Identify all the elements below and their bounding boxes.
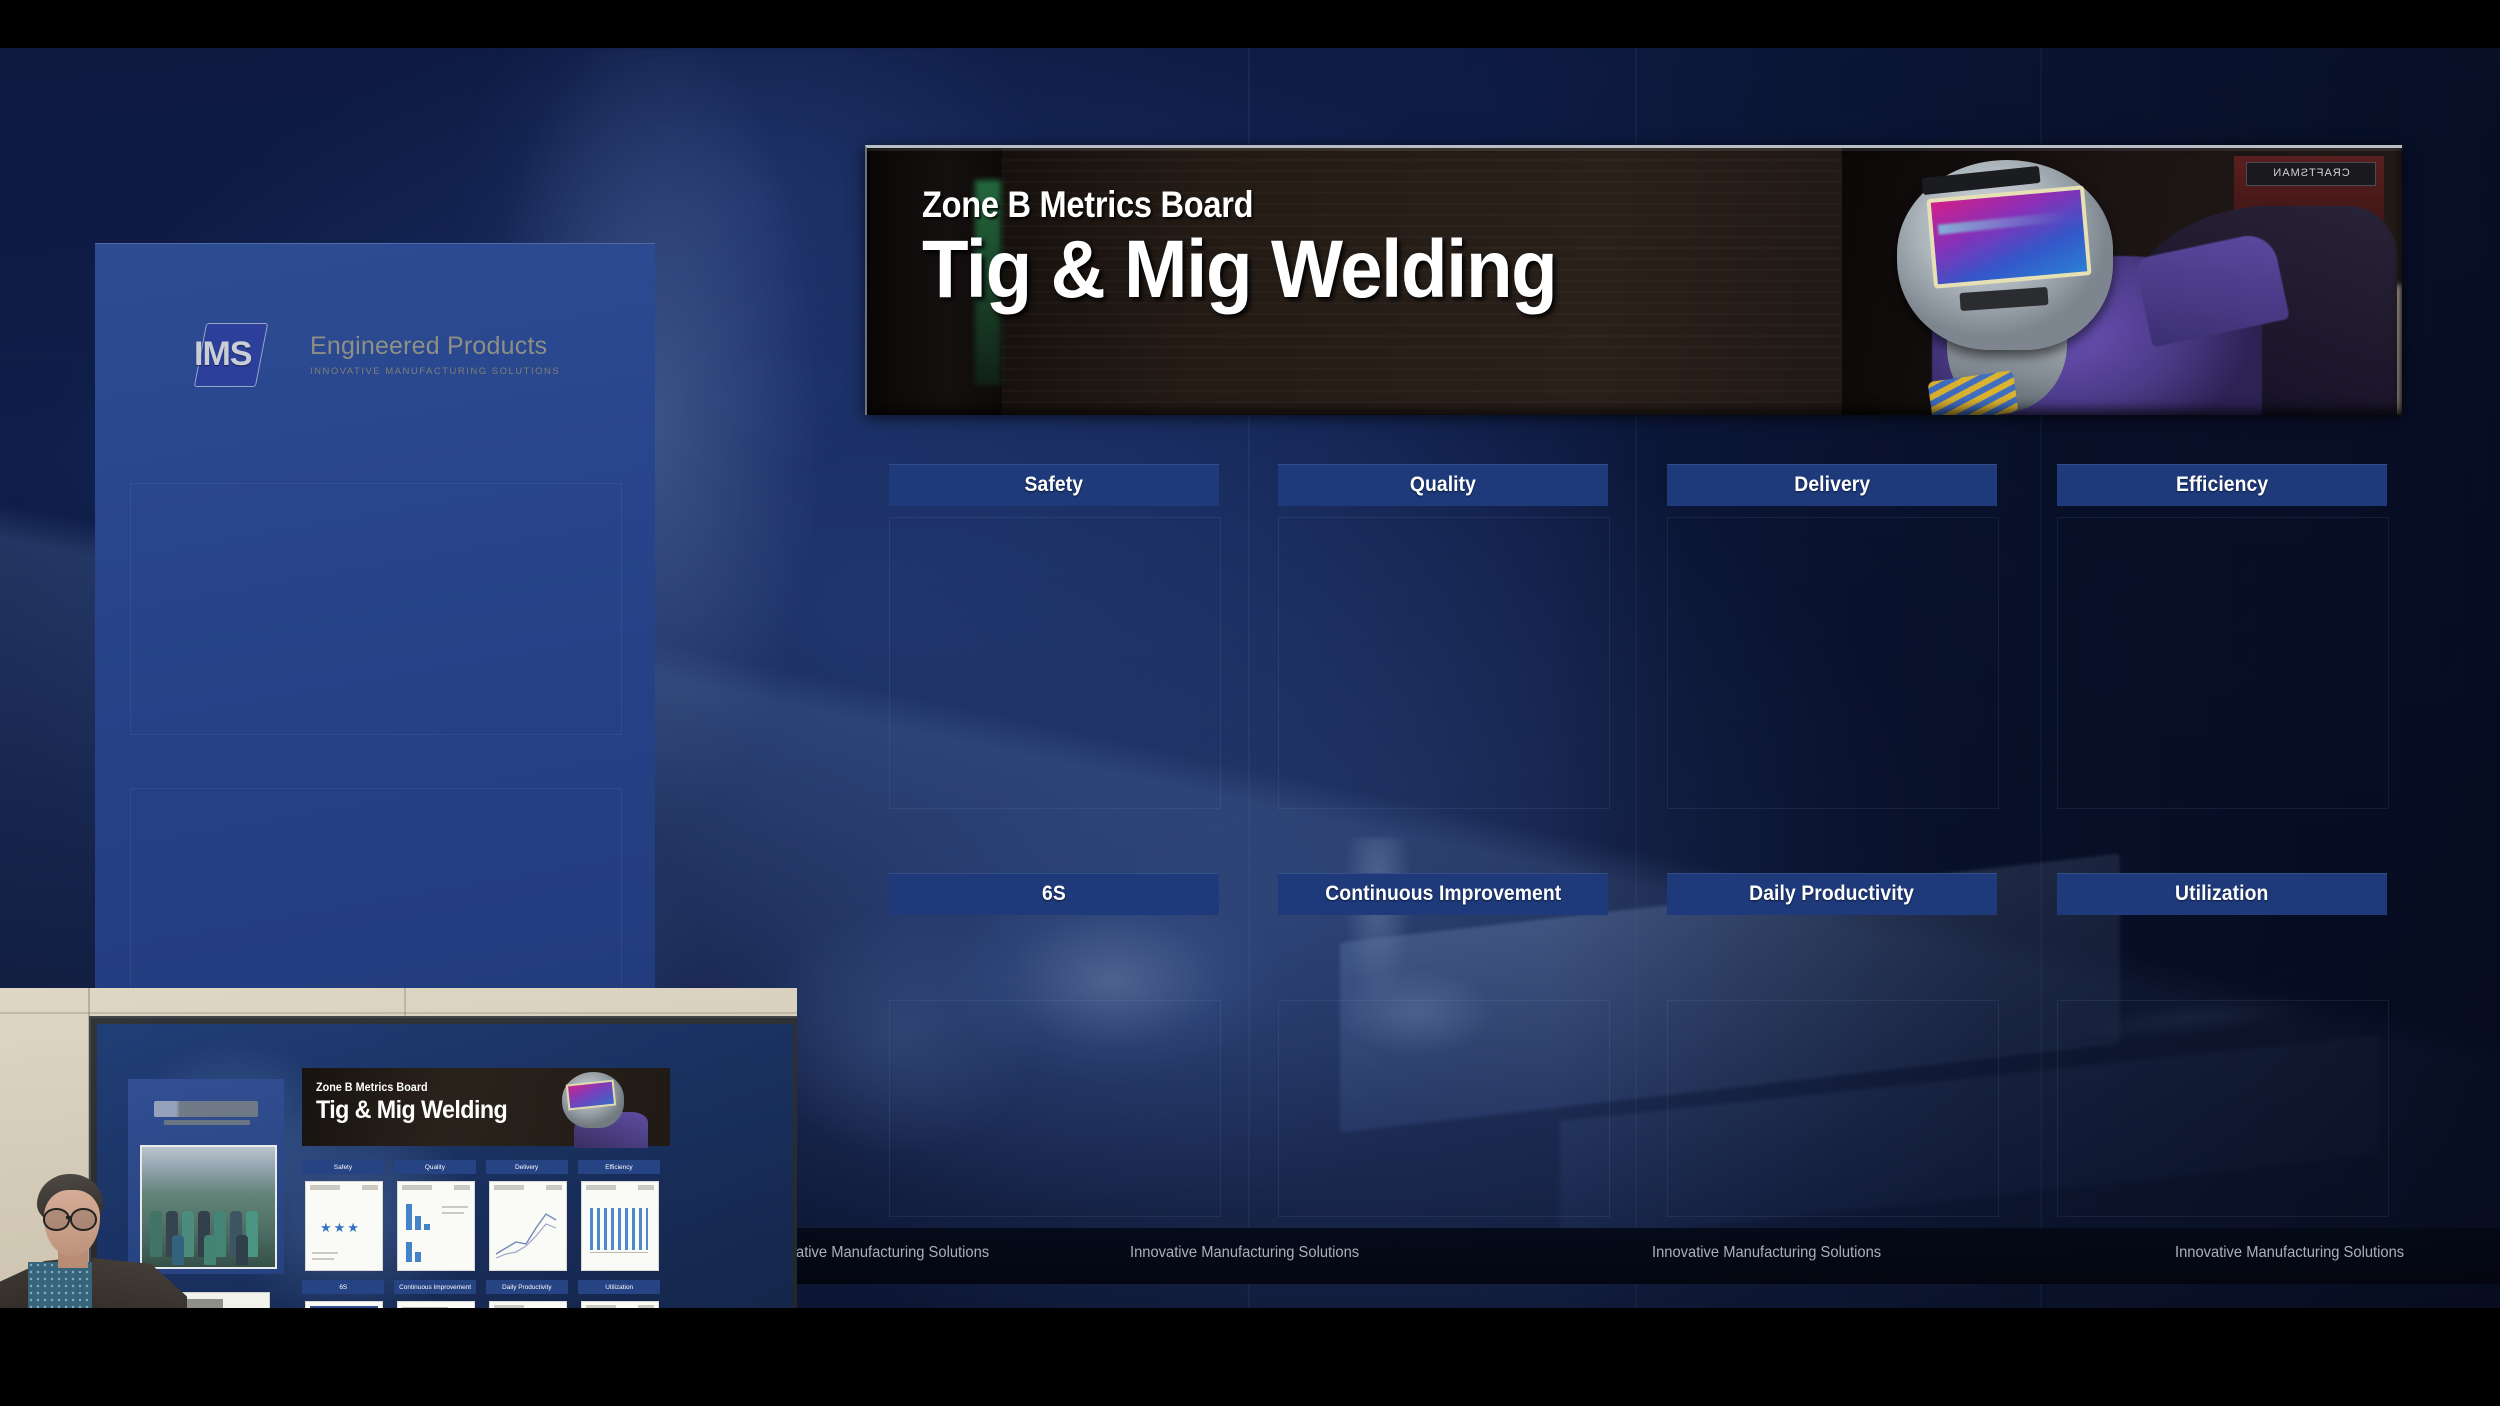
banner-title: Tig & Mig Welding [922, 223, 1558, 315]
inset-person-glasses-right [70, 1208, 97, 1231]
ims-logo-tagline: INNOVATIVE MANUFACTURING SOLUTIONS [310, 365, 561, 377]
inset-label-efficiency: Efficiency [578, 1160, 660, 1174]
metric-button-safety-label: Safety [1024, 473, 1084, 496]
inset-label-utilization-text: Utilization [605, 1283, 633, 1291]
footer-item-3: Innovative Manufacturing Solutions [1652, 1244, 1882, 1261]
letterbox-top [0, 0, 2500, 48]
metric-slot-utilization [2057, 1000, 2389, 1217]
metric-button-quality-label: Quality [1409, 473, 1477, 496]
metric-slot-quality [1278, 517, 1610, 809]
inset-banner-title: Tig & Mig Welding [316, 1096, 508, 1124]
metric-button-utilization[interactable]: Utilization [2057, 873, 2387, 915]
metric-button-efficiency[interactable]: Efficiency [2057, 464, 2387, 506]
metric-slot-6s [889, 1000, 1221, 1217]
ims-brand-panel: IMS Engineered Products INNOVATIVE MANUF… [95, 243, 655, 1008]
inset-header-banner: Zone B Metrics Board Tig & Mig Welding [302, 1068, 670, 1148]
inset-label-dp-text: Daily Productivity [502, 1283, 552, 1291]
inset-label-ci-text: Continuous Improvement [399, 1283, 471, 1291]
inset-label-continuous-improvement: Continuous Improvement [394, 1280, 476, 1294]
metric-button-daily-productivity-label: Daily Productivity [1749, 882, 1915, 905]
inset-welder-lens [565, 1079, 617, 1111]
inset-chart-safety: ★★★ [305, 1181, 383, 1271]
metric-button-utilization-label: Utilization [2175, 882, 2269, 905]
inset-label-delivery-text: Delivery [515, 1163, 539, 1171]
inset-chart-efficiency [581, 1181, 659, 1271]
inset-metrics-board: Zone B Metrics Board Tig & Mig Welding S… [89, 1016, 797, 1350]
inset-person-glasses-bridge [66, 1216, 72, 1219]
inset-label-utilization: Utilization [578, 1280, 660, 1294]
inset-chart-delivery [489, 1181, 567, 1271]
metric-button-6s-label: 6S [1042, 882, 1066, 905]
metric-slot-safety [889, 517, 1221, 809]
ims-logo-name: Engineered Products [310, 331, 548, 360]
metric-button-continuous-improvement[interactable]: Continuous Improvement [1278, 873, 1608, 915]
screenshot-stage: IMS Engineered Products INNOVATIVE MANUF… [0, 0, 2500, 1406]
ims-monogram-icon: IMS [193, 323, 269, 387]
inset-label-quality: Quality [394, 1160, 476, 1174]
footer-item-2: Innovative Manufacturing Solutions [1130, 1244, 1360, 1261]
header-banner: CRAFTSMAN Zone B Metrics Board Tig & Mig… [865, 145, 2402, 415]
banner-text-block: Zone B Metrics Board Tig & Mig Welding [922, 184, 1604, 315]
metric-slot-delivery [1667, 517, 1999, 809]
inset-label-daily-productivity: Daily Productivity [486, 1280, 568, 1294]
ims-panel-slot-quality-policy [130, 788, 622, 1000]
ims-logo: IMS Engineered Products INNOVATIVE MANUF… [193, 323, 561, 387]
metric-button-delivery[interactable]: Delivery [1667, 464, 1997, 506]
metric-button-continuous-improvement-label: Continuous Improvement [1324, 882, 1562, 905]
ims-panel-slot-team-photo [130, 483, 622, 735]
craftsman-sign: CRAFTSMAN [2246, 162, 2376, 186]
metric-button-quality[interactable]: Quality [1278, 464, 1608, 506]
inset-label-delivery: Delivery [486, 1160, 568, 1174]
inset-chart-quality [397, 1181, 475, 1271]
metric-button-6s[interactable]: 6S [889, 873, 1219, 915]
banner-welder-photo: CRAFTSMAN [1842, 148, 2402, 415]
metric-button-safety[interactable]: Safety [889, 464, 1219, 506]
inset-person-glasses-left [43, 1208, 70, 1231]
metric-slot-daily-productivity [1667, 1000, 1999, 1217]
inset-label-quality-text: Quality [424, 1163, 446, 1171]
inset-label-safety-text: Safety [333, 1163, 353, 1171]
inset-label-6s-text: 6S [339, 1283, 347, 1291]
metric-slot-continuous-improvement [1278, 1000, 1610, 1217]
inset-ims-tagline-bar [164, 1120, 250, 1125]
inset-label-6s: 6S [302, 1280, 384, 1294]
metric-slot-efficiency [2057, 517, 2389, 809]
craftsman-sign-text: CRAFTSMAN [2272, 167, 2350, 179]
ims-logo-letters: IMS [194, 335, 252, 373]
banner-subtitle: Zone B Metrics Board [922, 184, 1254, 225]
metric-button-efficiency-label: Efficiency [2175, 473, 2269, 496]
welder-helmet-lens [1926, 185, 2092, 289]
inset-label-efficiency-text: Efficiency [605, 1163, 633, 1171]
inset-board-blue-field: Zone B Metrics Board Tig & Mig Welding S… [97, 1024, 793, 1328]
metric-button-delivery-label: Delivery [1794, 473, 1870, 496]
footer-item-4: Innovative Manufacturing Solutions [2175, 1244, 2405, 1261]
metric-button-daily-productivity[interactable]: Daily Productivity [1667, 873, 1997, 915]
inset-banner-subtitle: Zone B Metrics Board [316, 1080, 428, 1094]
letterbox-bottom [0, 1308, 2500, 1406]
inset-label-safety: Safety [302, 1160, 384, 1174]
inset-ims-logo-icon [154, 1101, 258, 1117]
